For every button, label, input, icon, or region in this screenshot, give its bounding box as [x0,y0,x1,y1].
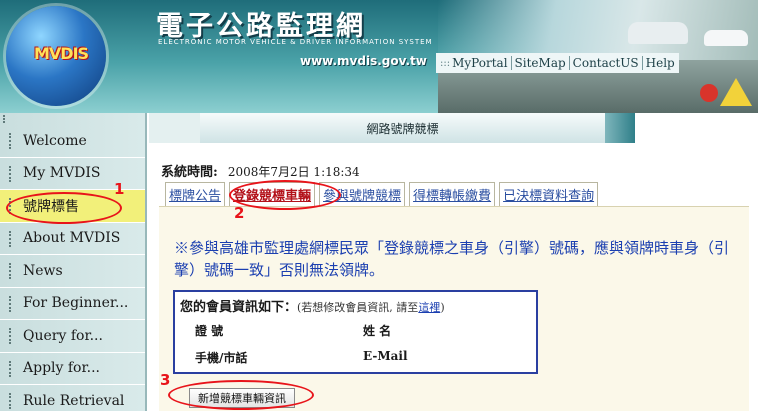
grip-dots-icon [9,133,11,149]
sidebar-item-label: About MVDIS [23,230,121,247]
tab-join-bidding[interactable]: 參與號牌競標 [319,182,406,206]
grip-dots-icon [9,393,11,409]
tab-plate-notice[interactable]: 標牌公告 [165,182,226,206]
sidebar-item-label: My MVDIS [23,165,101,182]
sidebar-item-label: Query for... [23,327,103,344]
annotation-number-3: 3 [160,371,171,389]
sidebar-item-label: News [23,262,63,279]
mvdis-globe-logo[interactable]: MVDIS [6,6,106,106]
member-info-box: 您的會員資訊如下：(若想修改會員資訊, 請至這裡) 證 號 姓 名 手機/市話 … [173,290,538,374]
sidebar-item-for-beginner[interactable]: For Beginner... [0,288,145,320]
sidebar-item-query[interactable]: Query for... [0,320,145,353]
sidebar-item-label: 號牌標售 [23,198,79,215]
nav-help-link[interactable]: Help [645,56,676,70]
sidebar-item-label: Apply for... [23,360,100,377]
nav-divider [568,56,570,70]
notice-body: 參與高雄市監理處網標民眾「登錄競標之車身（引擎）號碼，應與領牌時車身（引擎）號碼… [174,239,730,279]
notice-mark: ※ [174,239,190,257]
annotation-number-2: 2 [234,204,245,222]
sidebar-item-about[interactable]: About MVDIS [0,223,145,255]
tab-panel: ※參與高雄市監理處網標民眾「登錄競標之車身（引擎）號碼，應與領牌時車身（引擎）號… [159,206,749,411]
banner-title: 網路號牌競標 [366,121,439,136]
grip-dots-icon [9,360,11,377]
sidebar-item-news[interactable]: News [0,255,145,288]
tab-awarded-query[interactable]: 已決標資料查詢 [499,182,599,206]
banner-right-decor [605,113,635,143]
annotation-number-1: 1 [114,180,125,198]
member-info-note-prefix: (若想修改會員資訊, 請至 [297,301,419,314]
page-root: MVDIS 電子公路監理網 ELECTRONIC MOTOR VEHICLE &… [0,0,758,411]
nav-contactus-link[interactable]: ContactUS [572,56,640,70]
site-subtitle: ELECTRONIC MOTOR VEHICLE & DRIVER INFORM… [158,38,433,46]
nav-divider [510,56,512,70]
field-phone-label: 手機/市話 [195,351,248,365]
grip-dots-icon [9,295,11,312]
member-info-note-suffix: ) [440,301,445,314]
nav-myportal-link[interactable]: MyPortal [451,56,508,70]
top-nav: ::: MyPortal SiteMap ContactUS Help [436,53,679,73]
sidebar-item-rule-retrieval[interactable]: Rule Retrieval [0,385,145,411]
field-id-label: 證 號 [195,324,224,338]
banner-left-decor [149,113,200,143]
member-info-title: 您的會員資訊如下： [180,300,298,315]
nav-prefix: ::: [440,57,451,69]
edit-member-link[interactable]: 這裡 [418,301,440,314]
traffic-sign-icon [700,84,718,102]
sidebar-item-label: Welcome [23,132,87,149]
notice-text: ※參與高雄市監理處網標民眾「登錄競標之車身（引擎）號碼，應與領牌時車身（引擎）號… [174,237,734,281]
grip-dots-icon [3,115,5,123]
car-image [704,30,748,46]
car-image [628,22,688,44]
tab-payment[interactable]: 得標轉帳繳費 [409,182,496,206]
member-info-header: 您的會員資訊如下：(若想修改會員資訊, 請至這裡) [180,296,445,315]
add-vehicle-button[interactable]: 新增競標車輛資訊 [189,388,295,408]
site-url: www.mvdis.gov.tw [300,54,427,68]
grip-dots-icon [9,328,11,344]
sidebar: Welcome My MVDIS 號牌標售 About MVDIS News F… [0,113,147,411]
nav-divider [641,56,643,70]
auction-tabs: 標牌公告 登錄競標車輛 參與號牌競標 得標轉帳繳費 已決標資料查詢 [165,182,599,206]
grip-dots-icon [9,198,11,214]
logo-text: MVDIS [34,44,89,63]
traffic-sign-icon [720,78,752,106]
system-time: 系統時間: 2008年7月2日 1:18:34 [161,161,360,180]
site-header: MVDIS 電子公路監理網 ELECTRONIC MOTOR VEHICLE &… [0,0,758,113]
sidebar-item-label: Rule Retrieval [23,392,125,409]
sidebar-item-apply[interactable]: Apply for... [0,353,145,385]
grip-dots-icon [9,165,11,182]
nav-sitemap-link[interactable]: SiteMap [514,56,567,70]
system-time-label: 系統時間: [161,165,218,180]
grip-dots-icon [9,263,11,279]
grip-dots-icon [9,230,11,247]
main-content: 網路號牌競標 系統時間: 2008年7月2日 1:18:34 標牌公告 登錄競標… [149,113,758,411]
tab-register-vehicle[interactable]: 登錄競標車輛 [229,182,316,206]
field-email-label: E-Mail [363,349,408,363]
field-name-label: 姓 名 [363,324,392,338]
system-time-value: 2008年7月2日 1:18:34 [227,165,360,179]
content-banner: 網路號牌競標 [200,113,605,143]
sidebar-item-label: For Beginner... [23,295,129,312]
sidebar-item-welcome[interactable]: Welcome [0,125,145,158]
sidebar-top [0,113,145,125]
